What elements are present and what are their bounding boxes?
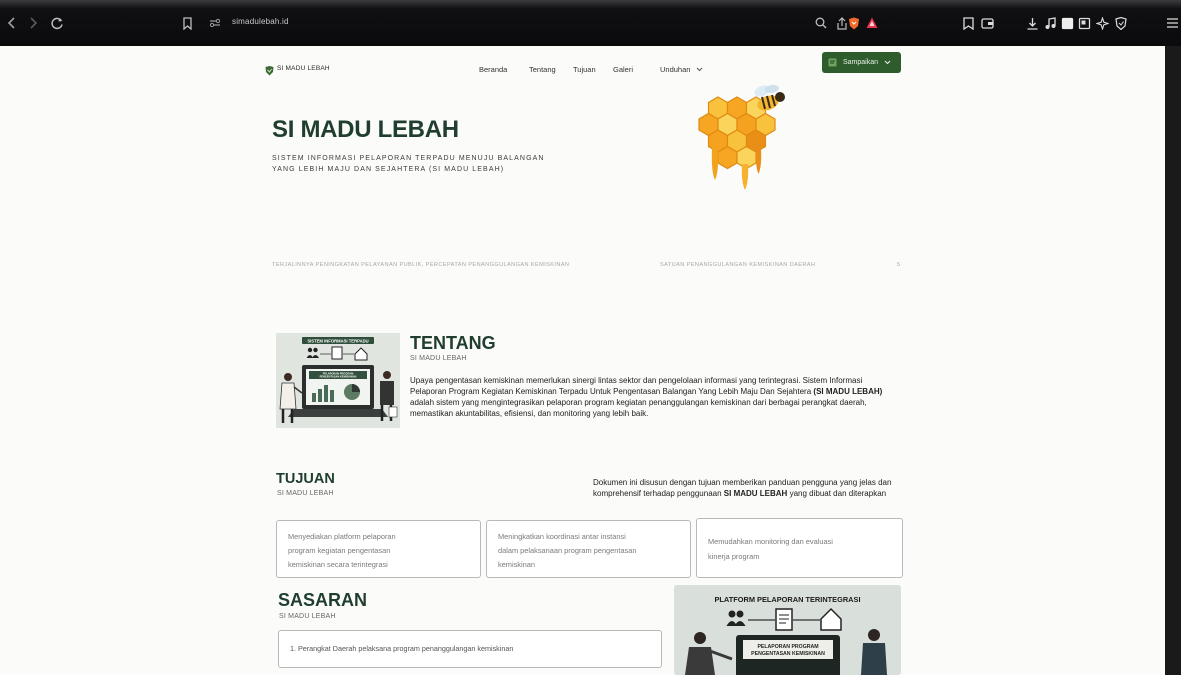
sidebar-icon[interactable] — [962, 15, 975, 31]
logo-text[interactable]: SI MADU LEBAH — [277, 65, 330, 72]
web-page: SI MADU LEBAH Beranda Tentang Tujuan Gal… — [0, 46, 1165, 675]
description-line: komprehensif terhadap penggunaan SI MADU… — [593, 489, 891, 500]
media-icon[interactable] — [1044, 15, 1057, 31]
tujuan-card: Menyediakan platform pelaporan program k… — [276, 520, 481, 578]
hero-subtitle-line: SISTEM INFORMASI PELAPORAN TERPADU MENUJ… — [272, 155, 545, 162]
share-icon[interactable] — [836, 15, 848, 31]
paragraph-line: Pelaporan Program Kegiatan Kemiskinan Te… — [410, 386, 882, 397]
site-info-icon[interactable] — [209, 15, 221, 31]
card-text: program kegiatan pengentasan — [288, 546, 391, 555]
card-text: kemiskinan secara terintegrasi — [288, 560, 388, 569]
section-title-tujuan: TUJUAN — [276, 471, 335, 487]
menu-icon[interactable] — [1166, 15, 1179, 31]
paragraph-bold: (SI MADU LEBAH) — [813, 387, 883, 396]
logo-icon[interactable] — [265, 63, 274, 81]
laptop-base — [288, 409, 388, 417]
honeycomb-cell — [717, 145, 738, 170]
nav-link-beranda[interactable]: Beranda — [479, 65, 507, 74]
card-text: Menyediakan platform pelaporan — [288, 532, 396, 541]
screen-text: PELAPORAN PROGRAM — [757, 644, 818, 650]
honeycomb-bee-image — [698, 84, 785, 190]
paragraph-line: memastikan akuntabilitas, efisiensi, dan… — [410, 409, 649, 418]
wallet-icon[interactable] — [981, 15, 994, 31]
monitor-bezel — [1165, 46, 1181, 675]
card-text: dalam pelaksanaan program pengentasan — [498, 546, 637, 555]
reload-icon[interactable] — [50, 15, 64, 31]
hero-subtitle: SISTEM INFORMASI PELAPORAN TERPADU MENUJ… — [272, 154, 545, 175]
brave-rewards-icon[interactable] — [866, 15, 878, 31]
honey-drip — [711, 148, 719, 180]
vpn-icon[interactable] — [1115, 15, 1127, 31]
paragraph-text: Pelaporan Program Kegiatan Kemiskinan Te… — [410, 387, 812, 396]
description-bold: SI MADU LEBAH — [723, 488, 788, 498]
section-title-tentang: TENTANG — [410, 333, 496, 353]
card-text: kinerja program — [708, 552, 760, 561]
description-text: komprehensif terhadap penggunaan — [593, 488, 722, 498]
section-subtitle: SI MADU LEBAH — [279, 613, 336, 620]
nav-link-tujuan[interactable]: Tujuan — [573, 65, 596, 74]
ticker-end: 5 — [897, 262, 901, 268]
report-icon — [828, 58, 837, 67]
nav-link-tentang[interactable]: Tentang — [529, 65, 556, 74]
screen-text: PENGENTASAN KEMISKINAN — [751, 651, 825, 657]
card-text: kemiskinan — [498, 560, 535, 569]
forward-icon[interactable] — [27, 15, 39, 31]
illustration-banner-text: SISTEM INFORMASI TERPADU — [307, 338, 368, 343]
split-view-icon[interactable] — [1078, 15, 1091, 31]
extensions-icon[interactable] — [1096, 15, 1109, 31]
tujuan-description: Dokumen ini disusun dengan tujuan member… — [593, 478, 891, 499]
description-line: Dokumen ini disusun dengan tujuan member… — [593, 478, 892, 487]
tab-icon[interactable] — [1061, 15, 1074, 31]
back-icon[interactable] — [6, 15, 18, 31]
chevron-down-icon — [696, 67, 702, 72]
hero-title: SI MADU LEBAH — [272, 116, 459, 143]
sasaran-item-text: 1. Perangkat Daerah pelaksana program pe… — [290, 644, 514, 653]
address-bar[interactable]: simadulebah.id — [172, 6, 897, 38]
section-subtitle: SI MADU LEBAH — [277, 490, 334, 497]
honey-drip — [755, 148, 762, 174]
search-icon[interactable] — [815, 15, 827, 31]
chevron-down-icon — [884, 60, 891, 65]
report-button[interactable]: Sampaikan — [822, 52, 901, 73]
nav-link-unduhan-label: Unduhan — [660, 65, 691, 74]
report-button-label: Sampaikan — [843, 59, 879, 66]
tentang-illustration: SISTEM INFORMASI TERPADU PELAPORAN PROGR… — [276, 333, 400, 428]
sasaran-item-card: 1. Perangkat Daerah pelaksana program pe… — [278, 630, 662, 668]
section-subtitle: SI MADU LEBAH — [410, 355, 467, 362]
nav-link-unduhan[interactable]: Unduhan — [660, 65, 703, 74]
brave-shields-icon[interactable] — [848, 15, 860, 31]
document-icon — [331, 346, 343, 360]
platform-illustration: PLATFORM PELAPORAN TERINTEGRASI PELAPORA… — [674, 585, 901, 675]
section-title-sasaran: SASARAN — [278, 590, 368, 610]
paragraph-line: adalah sistem yang mengintegrasikan pela… — [410, 398, 867, 407]
tujuan-card: Meningkatkan koordinasi antar instansi d… — [486, 520, 691, 578]
hero-subtitle-line: YANG LEBIH MAJU DAN SEJAHTERA (SI MADU L… — [272, 165, 505, 173]
tentang-paragraph: Upaya pengentasan kemiskinan memerlukan … — [410, 375, 882, 419]
paragraph-line: Upaya pengentasan kemiskinan memerlukan … — [410, 376, 863, 385]
card-text: Memudahkan monitoring dan evaluasi — [708, 537, 833, 546]
ticker-text: SATUAN PENANGGULANGAN KEMISKINAN DAERAH — [660, 262, 816, 268]
pie-chart-icon — [344, 384, 360, 400]
address-bar-url[interactable]: simadulebah.id — [232, 17, 289, 26]
document-icon — [775, 608, 793, 631]
nav-link-galeri[interactable]: Galeri — [613, 65, 633, 74]
screen-text: PENGENTASAN KEMISKINAN — [320, 375, 357, 379]
tujuan-card: Memudahkan monitoring dan evaluasi kiner… — [696, 518, 903, 578]
download-icon[interactable] — [1026, 15, 1039, 31]
card-text: Meningkatkan koordinasi antar instansi — [498, 532, 626, 541]
illustration-title: PLATFORM PELAPORAN TERINTEGRASI — [714, 595, 860, 604]
honey-drip — [741, 164, 749, 190]
description-text: yang dibuat dan diterapkan — [789, 488, 887, 498]
browser-toolbar: simadulebah.id — [0, 0, 1181, 46]
ticker-text: TERJALINNYA PENINGKATAN PELAYANAN PUBLIK… — [272, 262, 570, 268]
bookmark-icon[interactable] — [182, 15, 193, 31]
